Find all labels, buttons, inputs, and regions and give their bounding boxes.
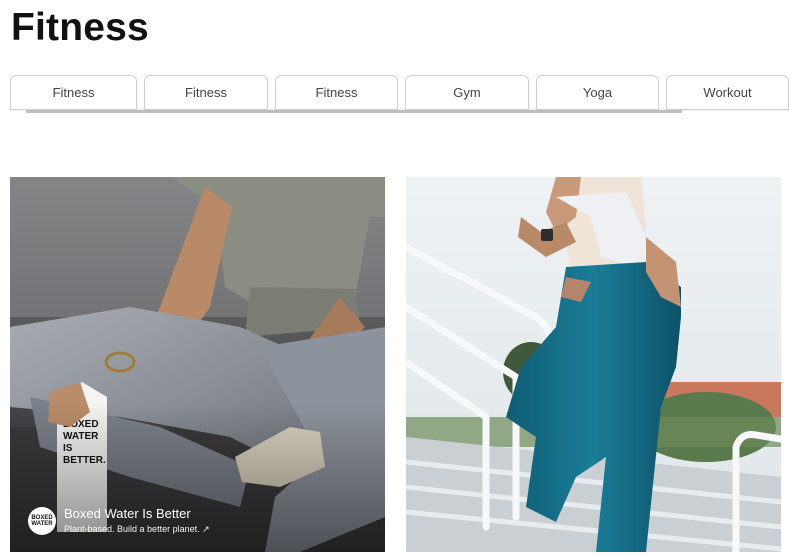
logo-text: BOXED WATER <box>31 514 53 527</box>
boxed-water-logo: BOXED WATER <box>28 506 56 535</box>
category-tabs: Fitness Fitness Fitness Gym Yoga Workout <box>10 75 789 113</box>
tab-fitness-3[interactable]: Fitness <box>275 75 398 110</box>
pin-card-boxed-water[interactable]: BOXED WATER IS BETTER. BOXED WATER Boxed… <box>10 177 385 552</box>
boxed-water-image: BOXED WATER IS BETTER. <box>10 177 385 552</box>
runner-stairs-image <box>406 177 781 552</box>
tab-workout[interactable]: Workout <box>666 75 789 110</box>
sponsor-name[interactable]: Boxed Water Is Better <box>64 506 210 522</box>
pin-card-runner[interactable] <box>406 177 781 552</box>
tab-yoga[interactable]: Yoga <box>536 75 659 110</box>
tab-gym[interactable]: Gym <box>405 75 529 110</box>
tabs-scrollbar[interactable] <box>26 110 682 113</box>
sponsor-attribution[interactable]: BOXED WATER Boxed Water Is Better Plant-… <box>28 506 210 535</box>
tab-fitness-2[interactable]: Fitness <box>144 75 268 110</box>
page-title: Fitness <box>11 6 149 49</box>
sponsor-tagline[interactable]: Plant-based. Build a better planet. ↗ <box>64 523 210 535</box>
tab-fitness-1[interactable]: Fitness <box>10 75 137 110</box>
